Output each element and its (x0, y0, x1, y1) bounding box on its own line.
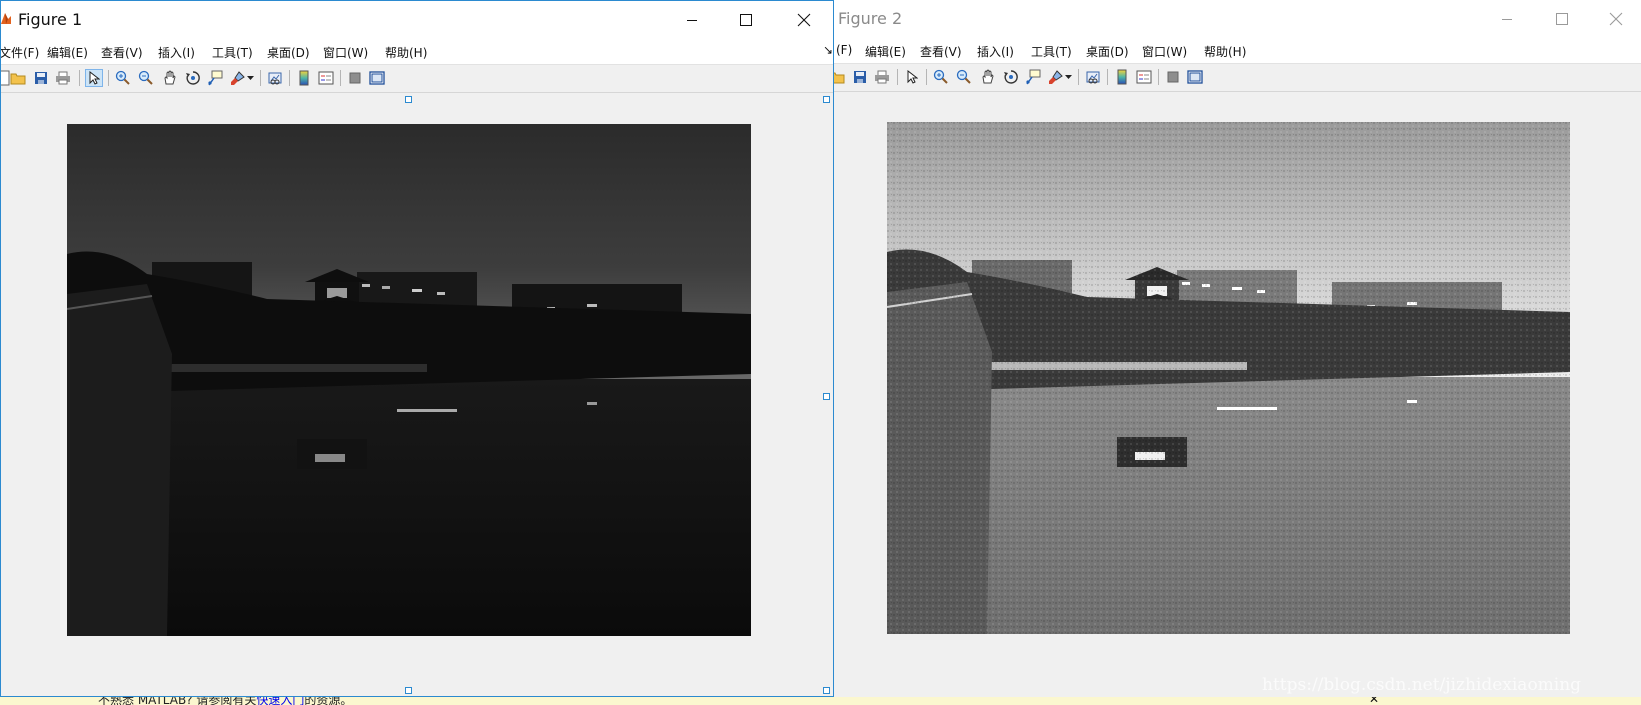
menu-tools[interactable]: 工具(T) (1031, 43, 1072, 60)
maximize-icon (740, 13, 752, 26)
resize-handle[interactable] (823, 393, 830, 400)
brush-icon[interactable] (229, 69, 247, 87)
toolbar-separator (1158, 69, 1159, 85)
status-text-before: 不熟悉 MATLAB? 请参阅有关 (98, 697, 257, 705)
figure-2-window[interactable]: Figure 2 (F) 编辑(E) 查看(V) 插入(I) 工具(T) 桌面(… (834, 0, 1641, 697)
resize-handle[interactable] (405, 96, 412, 103)
link-plot-icon[interactable] (266, 69, 284, 87)
menu-tools[interactable]: 工具(T) (212, 44, 253, 61)
watermark: https://blog.csdn.net/jizhidexiaoming (1262, 675, 1582, 695)
menu-file[interactable]: (F) (836, 43, 852, 57)
toolbar-separator (289, 70, 290, 86)
toolbar-separator (1107, 69, 1108, 85)
figure-2-toolbar (834, 64, 1641, 92)
menu-edit[interactable]: 编辑(E) (865, 43, 906, 60)
menu-insert[interactable]: 插入(I) (977, 43, 1014, 60)
minimize-icon (687, 19, 697, 21)
show-plot-tools-icon[interactable] (1186, 68, 1204, 86)
figure-2-title: Figure 2 (838, 9, 903, 28)
resize-handle[interactable] (823, 96, 830, 103)
toolbar-separator (108, 70, 109, 86)
quick-start-link[interactable]: 快速入门 (256, 697, 304, 705)
maximize-button[interactable] (1539, 0, 1585, 37)
brush-dropdown-icon[interactable] (246, 69, 254, 87)
figure-1-toolbar (1, 65, 833, 93)
toolbar-separator (897, 69, 898, 85)
figure-1-title: Figure 1 (18, 10, 83, 29)
toolbar-separator (1078, 69, 1079, 85)
zoom-in-icon[interactable] (932, 68, 950, 86)
close-button[interactable] (1593, 0, 1639, 37)
save-icon[interactable] (32, 69, 50, 87)
pointer-arrow-icon[interactable] (903, 68, 921, 86)
minimize-icon (1502, 18, 1512, 20)
pointer-arrow-icon[interactable] (85, 69, 103, 87)
menu-window[interactable]: 窗口(W) (323, 44, 368, 61)
maximize-button[interactable] (723, 1, 769, 38)
save-icon[interactable] (851, 68, 869, 86)
dock-arrow-icon[interactable]: ↘ (823, 43, 833, 57)
minimize-button[interactable] (669, 1, 715, 38)
brush-icon[interactable] (1047, 68, 1065, 86)
zoom-out-icon[interactable] (137, 69, 155, 87)
colorbar-icon[interactable] (295, 69, 313, 87)
menu-insert[interactable]: 插入(I) (158, 44, 195, 61)
maximize-icon (1556, 12, 1568, 25)
figure-2-titlebar[interactable]: Figure 2 (834, 0, 1641, 37)
figure-1-titlebar[interactable]: Figure 1 (1, 1, 833, 38)
matlab-logo-icon (1, 13, 11, 24)
toolbar-separator (260, 70, 261, 86)
menu-desktop[interactable]: 桌面(D) (267, 44, 310, 61)
menu-window[interactable]: 窗口(W) (1142, 43, 1187, 60)
hide-plot-tools-icon[interactable] (1164, 68, 1182, 86)
data-cursor-icon[interactable] (206, 69, 224, 87)
menu-edit[interactable]: 编辑(E) (47, 44, 88, 61)
resize-handle[interactable] (823, 687, 830, 694)
show-plot-tools-icon[interactable] (368, 69, 386, 87)
minimize-button[interactable] (1484, 0, 1530, 37)
close-icon (797, 13, 811, 26)
pan-hand-icon[interactable] (979, 68, 997, 86)
status-message: 不熟悉 MATLAB? 请参阅有关快速入门的资源。 (98, 697, 352, 705)
menu-desktop[interactable]: 桌面(D) (1086, 43, 1129, 60)
enhanced-image (887, 122, 1570, 634)
figure-1-window[interactable]: Figure 1 文件(F) 编辑(E) 查看(V) 插入(I) 工具(T) 桌… (0, 0, 834, 697)
rotate-3d-icon[interactable] (1002, 68, 1020, 86)
print-icon[interactable] (873, 68, 891, 86)
open-folder-icon[interactable] (9, 69, 27, 87)
toolbar-separator (926, 69, 927, 85)
link-plot-icon[interactable] (1084, 68, 1102, 86)
zoom-in-icon[interactable] (114, 69, 132, 87)
data-cursor-icon[interactable] (1024, 68, 1042, 86)
figure-2-menubar: (F) 编辑(E) 查看(V) 插入(I) 工具(T) 桌面(D) 窗口(W) … (834, 37, 1641, 64)
legend-icon[interactable] (1135, 68, 1153, 86)
original-image (67, 124, 751, 636)
legend-icon[interactable] (317, 69, 335, 87)
pan-hand-icon[interactable] (161, 69, 179, 87)
status-close-icon[interactable]: ✕ (1369, 697, 1379, 705)
menu-help[interactable]: 帮助(H) (1204, 43, 1246, 60)
toolbar-separator (79, 70, 80, 86)
print-icon[interactable] (54, 69, 72, 87)
matlab-status-bar: 不熟悉 MATLAB? 请参阅有关快速入门的资源。 ✕ (0, 697, 1641, 705)
figure-1-menubar: 文件(F) 编辑(E) 查看(V) 插入(I) 工具(T) 桌面(D) 窗口(W… (1, 38, 833, 65)
menu-file[interactable]: 文件(F) (1, 44, 39, 61)
zoom-out-icon[interactable] (955, 68, 973, 86)
colorbar-icon[interactable] (1113, 68, 1131, 86)
toolbar-separator (340, 70, 341, 86)
close-icon (1609, 12, 1623, 25)
open-folder-icon[interactable] (834, 68, 846, 86)
menu-view[interactable]: 查看(V) (101, 44, 143, 61)
brush-dropdown-icon[interactable] (1064, 68, 1072, 86)
rotate-3d-icon[interactable] (184, 69, 202, 87)
status-text-after: 的资源。 (304, 697, 353, 705)
menu-help[interactable]: 帮助(H) (385, 44, 427, 61)
menu-view[interactable]: 查看(V) (920, 43, 962, 60)
close-button[interactable] (781, 1, 827, 38)
resize-handle[interactable] (405, 687, 412, 694)
hide-plot-tools-icon[interactable] (346, 69, 364, 87)
